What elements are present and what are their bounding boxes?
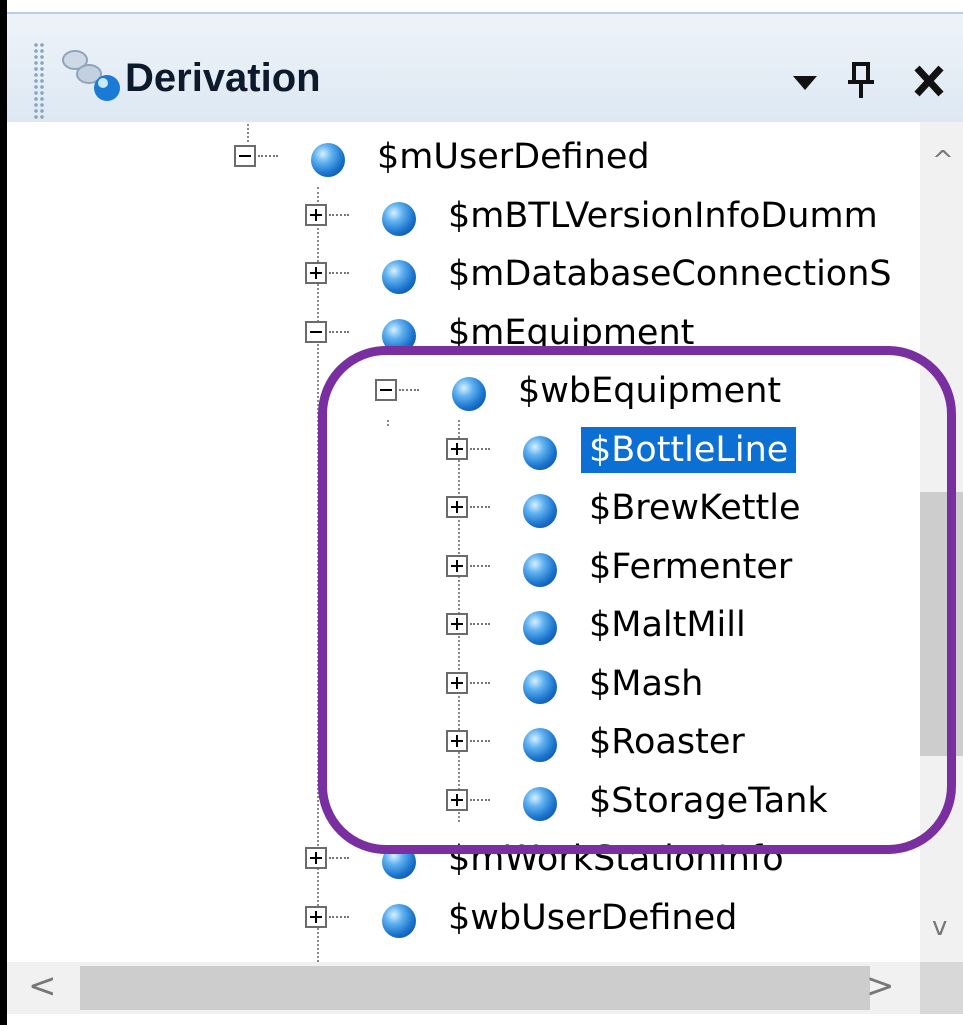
blue-sphere-icon [382,201,416,236]
blue-sphere-icon [382,845,416,879]
tree-node[interactable]: $wbEquipment [7,366,920,422]
expand-plus-icon[interactable] [446,730,468,752]
panel-titlebar[interactable]: Derivation [7,12,963,122]
expand-plus-icon[interactable] [446,613,468,635]
tree-connector [399,389,419,391]
expand-plus-icon[interactable] [305,847,327,869]
tree-connector [329,213,349,216]
tree-node-label[interactable]: $StorageTank [581,778,836,824]
tree-node[interactable]: $mBTLVersionInfoDumm [7,191,920,247]
tree-connector [329,915,349,918]
blue-sphere-icon [382,260,416,294]
scroll-up-chevron-icon[interactable]: ^ [932,146,954,176]
tree-connector [470,798,490,801]
tree-connector [470,447,490,450]
tree-node-label[interactable]: $BrewKettle [581,485,809,531]
expand-plus-icon[interactable] [446,554,468,577]
tree-connector [258,155,278,157]
vertical-scrollbar-thumb[interactable] [920,492,963,756]
tree-node[interactable]: $mWorkStationInfo [7,834,920,890]
derivation-nodes-icon [62,50,120,101]
tree-connector [470,506,490,508]
dropdown-arrow-icon[interactable] [787,60,823,100]
tree-connector [329,857,349,859]
panel-title: Derivation [125,56,321,100]
tree-node-label[interactable]: $Fermenter [581,544,800,590]
scroll-down-chevron-icon[interactable]: v [932,912,947,942]
blue-sphere-icon [311,143,345,177]
tree-connector [470,740,490,742]
blue-sphere-icon [382,318,416,353]
blue-sphere-icon [382,903,416,938]
tree-node-label[interactable]: $mDatabaseConnectionS [440,251,900,297]
tree-connector [470,623,490,625]
tree-node-label[interactable]: $MaltMill [581,602,754,648]
tree-node-label[interactable]: $BottleLine [581,426,797,473]
tree-node-label[interactable]: $mUserDefined [369,134,658,180]
tree-node-label[interactable]: $Mash [581,661,711,707]
expand-plus-icon[interactable] [446,788,468,811]
blue-sphere-icon [523,611,557,645]
expand-plus-icon[interactable] [446,671,468,694]
blue-sphere-icon [523,728,557,762]
tree-connector [329,272,349,274]
tree-connector [470,681,490,684]
expand-plus-icon[interactable] [446,437,468,460]
tree-node-label[interactable]: $wbUserDefined [440,895,745,941]
tree-connector [470,564,490,567]
blue-sphere-icon [523,494,557,528]
blue-sphere-icon [523,435,557,470]
tree-node[interactable]: $Fermenter [7,542,920,598]
tree-node[interactable]: $wbUserDefined [7,893,920,949]
expand-plus-icon[interactable] [305,905,327,928]
tree-node[interactable]: $mEquipment [7,308,920,364]
tree-node-label[interactable]: $mBTLVersionInfoDumm [440,193,886,239]
tree-node[interactable]: $mDatabaseConnectionS [7,249,920,305]
tree-connector [329,330,349,333]
tree-node[interactable]: $BottleLine [7,425,920,481]
tree-node[interactable]: $mUserDefined [7,132,920,188]
expand-plus-icon[interactable] [305,262,327,284]
close-icon[interactable] [911,60,947,100]
drag-grip-icon[interactable] [33,42,45,120]
tree-node[interactable]: $Roaster [7,717,920,773]
collapse-minus-icon[interactable] [234,145,256,167]
tree-node[interactable]: $BrewKettle [7,483,920,539]
horizontal-scrollbar-thumb[interactable] [80,966,870,1010]
tree-node-label[interactable]: $wbEquipment [510,368,789,414]
tree-node[interactable]: $MaltMill [7,600,920,656]
top-strip [7,0,963,12]
tree-node[interactable]: $Mash [7,659,920,715]
tree-node[interactable]: $StorageTank [7,776,920,832]
expand-plus-icon[interactable] [305,203,327,226]
blue-sphere-icon [452,377,486,411]
tree-node-label[interactable]: $mWorkStationInfo [440,836,792,882]
blue-sphere-icon [523,669,557,704]
pin-icon[interactable] [843,60,879,100]
collapse-minus-icon[interactable] [375,379,397,401]
derivation-tree[interactable]: $mUserDefined $mBTLVersionInfoDumm $mDatab… [7,122,920,962]
derivation-panel: Derivation $mUserDefined $mBTLVersionInfo… [0,0,963,1025]
scrollbar-corner [920,962,963,1014]
scroll-left-chevron-icon[interactable]: < [28,966,57,1006]
tree-node-label[interactable]: $Roaster [581,719,753,765]
collapse-minus-icon[interactable] [305,320,327,343]
blue-sphere-icon [523,786,557,821]
scroll-right-chevron-icon[interactable]: > [866,966,895,1006]
tree-node-label[interactable]: $mEquipment [440,310,702,356]
expand-plus-icon[interactable] [446,496,468,518]
window-edge [0,0,7,1025]
blue-sphere-icon [523,552,557,587]
